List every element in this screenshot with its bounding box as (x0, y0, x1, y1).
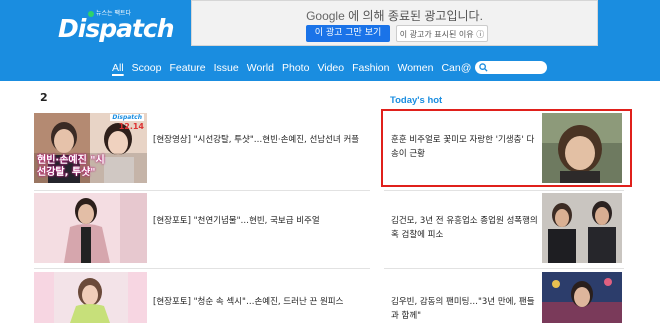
main-nav: All Scoop Feature Issue World Photo Vide… (112, 60, 479, 76)
nav-item-all[interactable]: All (112, 62, 124, 74)
dispatch-logo[interactable]: 뉴스는 팩트다 Dispatch (58, 6, 175, 50)
hot-divider (384, 268, 624, 269)
article-divider (34, 190, 370, 191)
article-thumbnail[interactable] (34, 193, 147, 263)
nav-item-fashion[interactable]: Fashion (352, 62, 389, 74)
thumbnail-date: 12.14 (118, 122, 144, 131)
google-label: Google (306, 9, 345, 23)
hot-item-thumbnail[interactable] (542, 193, 622, 263)
nav-item-feature[interactable]: Feature (169, 62, 205, 74)
article-title[interactable]: [현장영상] "시선강탈, 투샷"…현빈·손예진, 선남선녀 커플 (153, 133, 373, 147)
hot-divider (384, 190, 624, 191)
thumbnail-image (542, 272, 622, 323)
site-header: 뉴스는 팩트다 Dispatch Google 에 의해 종료된 광고입니다. … (0, 0, 660, 81)
thumbnail-logo: Dispatch (110, 114, 144, 121)
ad-closed-banner: Google 에 의해 종료된 광고입니다. 이 광고 그만 보기 이 광고가 … (191, 0, 598, 46)
why-this-ad-button[interactable]: 이 광고가 표시된 이유 ⓘ (396, 25, 488, 42)
ad-message: Google 에 의해 종료된 광고입니다. (192, 7, 597, 24)
todays-hot-heading: Today's hot (390, 95, 443, 106)
search-input[interactable] (475, 61, 547, 74)
hot-item-title[interactable]: 김건모, 3년 전 유흥업소 종업원 성폭행의혹 검찰에 피소 (391, 214, 541, 242)
thumbnail-image (34, 193, 147, 263)
article-thumbnail[interactable]: Dispatch 12.14 현빈·손예진 "시선강탈, 투샷" (34, 113, 147, 183)
nav-item-can[interactable]: Can@ (441, 62, 471, 74)
hot-item-thumbnail[interactable] (542, 272, 622, 323)
nav-item-scoop[interactable]: Scoop (132, 62, 162, 74)
thumbnail-image (34, 272, 147, 323)
nav-item-world[interactable]: World (247, 62, 274, 74)
page-number: 2 (40, 91, 48, 104)
article-divider (34, 268, 370, 269)
ad-message-text: 에 의해 종료된 광고입니다. (348, 9, 483, 23)
nav-item-issue[interactable]: Issue (214, 62, 239, 74)
thumbnail-image (542, 193, 622, 263)
stop-ad-button[interactable]: 이 광고 그만 보기 (306, 25, 390, 42)
article-title[interactable]: [현장포토] "천연기념물"…현빈, 국보급 비주얼 (153, 214, 373, 228)
article-thumbnail[interactable] (34, 272, 147, 323)
article-title[interactable]: [현장포토] "청순 속 섹시"…손예진, 드러난 끈 원피스 (153, 295, 373, 309)
hot-item-title[interactable]: 김우빈, 감동의 팬미팅…"3년 만에, 팬들과 함께" (391, 295, 541, 323)
nav-item-photo[interactable]: Photo (282, 62, 309, 74)
nav-item-video[interactable]: Video (317, 62, 344, 74)
nav-item-women[interactable]: Women (397, 62, 433, 74)
thumbnail-caption: 현빈·손예진 "시선강탈, 투샷" (37, 155, 105, 178)
search-icon (479, 63, 488, 72)
selection-highlight (381, 109, 632, 187)
logo-wordmark: Dispatch (58, 14, 175, 43)
